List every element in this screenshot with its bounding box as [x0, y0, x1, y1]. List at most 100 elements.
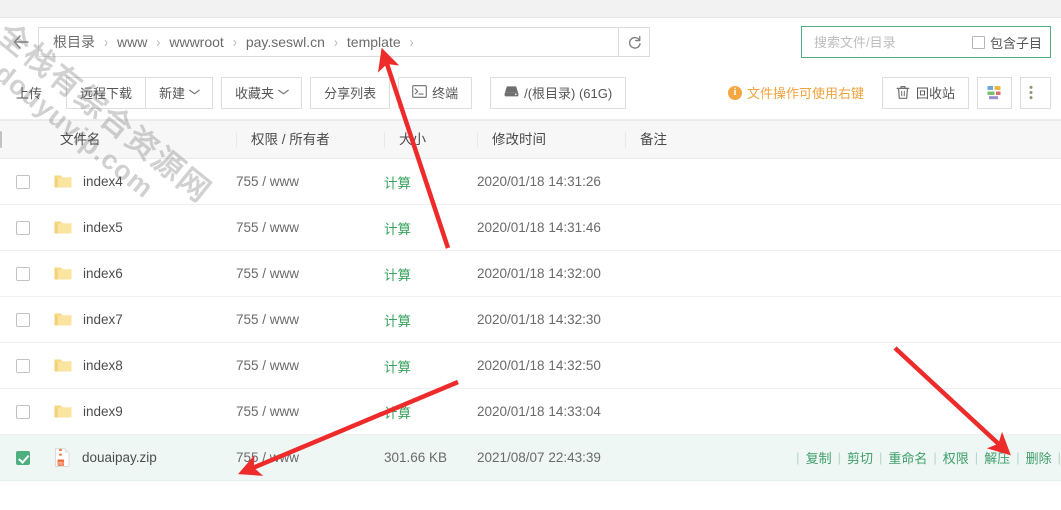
share-list-button[interactable]: 分享列表 — [310, 76, 391, 109]
table-row[interactable]: index4 755 / www 计算 2020/01/18 14:31:26 — [0, 158, 1061, 205]
row-action-解压[interactable]: 解压 — [978, 448, 1016, 467]
row-action-重命名[interactable]: 重命名 — [882, 448, 933, 467]
table-row[interactable]: index5 755 / www 计算 2020/01/18 14:31:46 — [0, 204, 1061, 251]
row-modified-time: 2020/01/18 14:31:26 — [477, 158, 625, 205]
row-select-cell — [0, 388, 46, 435]
table-row[interactable]: zip douaipay.zip 755 / www 301.66 KB 2021/08… — [0, 434, 1061, 481]
row-permission[interactable]: 755 / www — [236, 158, 384, 205]
include-subdirectory-checkbox[interactable] — [971, 35, 985, 49]
row-action-权限[interactable]: 权限 — [937, 448, 975, 467]
row-checkbox[interactable] — [16, 404, 30, 419]
header-size[interactable]: 大小 — [384, 120, 477, 159]
row-size-value[interactable]: 计算 — [384, 360, 411, 375]
row-size: 计算 — [384, 342, 477, 389]
toolbar: 上传 远程下载 新建 收藏夹 分享列表 终端 /(根目录) (61G) i 文件… — [0, 66, 1061, 120]
row-size: 301.66 KB — [384, 434, 477, 481]
row-permission[interactable]: 755 / www — [236, 250, 384, 297]
row-size-value[interactable]: 计算 — [384, 314, 411, 329]
row-size-value[interactable]: 计算 — [384, 222, 411, 237]
more-menu-button[interactable] — [1020, 76, 1051, 109]
row-name-cell: zip douaipay.zip — [46, 434, 236, 481]
row-checkbox[interactable] — [16, 266, 30, 281]
row-checkbox[interactable] — [16, 312, 30, 327]
disk-usage-button[interactable]: /(根目录) (61G) — [490, 76, 627, 109]
upload-button[interactable]: 上传 — [14, 76, 59, 109]
file-name[interactable]: index4 — [83, 174, 123, 189]
row-select-cell — [0, 434, 46, 481]
action-separator: | — [1057, 450, 1061, 465]
breadcrumb-item-root[interactable]: 根目录 — [53, 32, 95, 52]
header-time[interactable]: 修改时间 — [477, 120, 625, 159]
row-size-value[interactable]: 计算 — [384, 176, 411, 191]
select-all-checkbox[interactable] — [0, 130, 2, 148]
favorites-button[interactable]: 收藏夹 — [221, 76, 303, 109]
terminal-icon — [412, 85, 427, 100]
header-filename[interactable]: 文件名 — [46, 120, 236, 159]
header-row: 文件名 权限 / 所有者 大小 修改时间 备注 — [0, 120, 1061, 159]
new-button[interactable]: 新建 — [145, 76, 214, 109]
row-action-复制[interactable]: 复制 — [800, 448, 838, 467]
table-row[interactable]: index8 755 / www 计算 2020/01/18 14:32:50 — [0, 342, 1061, 389]
header-permission[interactable]: 权限 / 所有者 — [236, 120, 384, 159]
file-name[interactable]: index9 — [83, 404, 123, 419]
folder-icon — [54, 358, 72, 373]
file-name[interactable]: index5 — [83, 220, 123, 235]
row-size-value[interactable]: 计算 — [384, 268, 411, 283]
row-name-cell: index4 — [46, 158, 236, 205]
table-row[interactable]: index9 755 / www 计算 2020/01/18 14:33:04 — [0, 388, 1061, 435]
terminal-label: 终端 — [432, 86, 459, 101]
row-note: | 复制 | 剪切 | 重命名 | 权限 | 解压 | 删除 | — [625, 434, 1061, 481]
row-permission[interactable]: 755 / www — [236, 204, 384, 251]
breadcrumb-separator: › — [156, 33, 161, 51]
file-name[interactable]: index7 — [83, 312, 123, 327]
grid-view-icon — [987, 85, 1002, 100]
row-size: 计算 — [384, 158, 477, 205]
header-size-label: 大小 — [384, 131, 477, 148]
refresh-icon[interactable] — [618, 27, 650, 57]
favorites-label: 收藏夹 — [235, 86, 275, 101]
row-size-value[interactable]: 计算 — [384, 406, 411, 421]
breadcrumb-item-wwwroot[interactable]: wwwroot — [169, 34, 223, 50]
chevron-down-icon — [278, 87, 290, 98]
row-permission[interactable]: 755 / www — [236, 434, 384, 481]
table-row[interactable]: index7 755 / www 计算 2020/01/18 14:32:30 — [0, 296, 1061, 343]
share-list-label: 分享列表 — [324, 86, 377, 101]
more-vertical-icon — [1028, 85, 1043, 100]
row-action-删除[interactable]: 删除 — [1020, 448, 1058, 467]
header-note[interactable]: 备注 — [625, 120, 1061, 159]
grid-view-button[interactable] — [977, 76, 1012, 109]
terminal-button[interactable]: 终端 — [398, 76, 473, 109]
search-input[interactable] — [802, 27, 972, 57]
breadcrumb-item-domain[interactable]: pay.seswl.cn — [246, 34, 325, 50]
row-checkbox[interactable] — [16, 450, 30, 465]
table-row[interactable]: index6 755 / www 计算 2020/01/18 14:32:00 — [0, 250, 1061, 297]
breadcrumb-item-template[interactable]: template — [347, 34, 401, 50]
row-action-剪切[interactable]: 剪切 — [841, 448, 879, 467]
row-permission[interactable]: 755 / www — [236, 388, 384, 435]
include-subdirectory-toggle[interactable]: 包含子目 — [971, 33, 1050, 52]
file-name[interactable]: index8 — [83, 358, 123, 373]
header-note-label: 备注 — [625, 131, 1061, 148]
remote-download-button[interactable]: 远程下载 — [66, 76, 147, 109]
back-arrow-icon[interactable] — [8, 29, 34, 55]
row-permission[interactable]: 755 / www — [236, 342, 384, 389]
row-select-cell — [0, 204, 46, 251]
row-size-value: 301.66 KB — [384, 450, 448, 465]
breadcrumb: 根目录 › www › wwwroot › pay.seswl.cn › tem… — [38, 27, 618, 57]
row-size: 计算 — [384, 204, 477, 251]
row-checkbox[interactable] — [16, 220, 30, 235]
row-checkbox[interactable] — [16, 358, 30, 373]
folder-icon — [54, 266, 72, 281]
row-size: 计算 — [384, 388, 477, 435]
row-name-cell: index5 — [46, 204, 236, 251]
file-name[interactable]: douaipay.zip — [82, 450, 157, 465]
file-name[interactable]: index6 — [83, 266, 123, 281]
svg-text:zip: zip — [58, 460, 64, 465]
row-permission[interactable]: 755 / www — [236, 296, 384, 343]
recycle-bin-button[interactable]: 回收站 — [881, 76, 969, 109]
disk-icon — [504, 85, 519, 100]
row-checkbox[interactable] — [16, 174, 30, 189]
breadcrumb-item-www[interactable]: www — [117, 34, 147, 50]
folder-icon — [54, 220, 72, 235]
row-note — [625, 158, 1061, 205]
